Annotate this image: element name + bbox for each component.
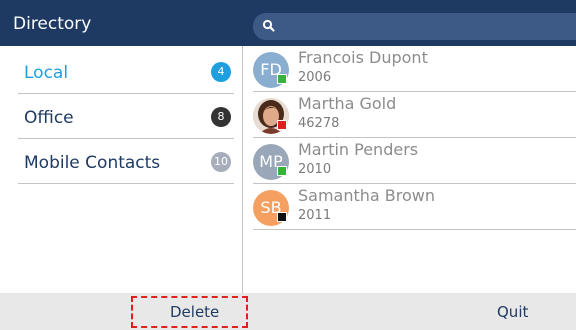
sidebar-item-label: Office xyxy=(24,108,74,128)
sidebar-item-label: Mobile Contacts xyxy=(24,153,161,173)
header-bar: Directory xyxy=(0,0,576,46)
contact-name: Martha Gold xyxy=(298,94,397,113)
presence-icon xyxy=(277,74,287,84)
contact-extension: 2010 xyxy=(298,162,332,177)
count-badge: 10 xyxy=(211,152,231,172)
avatar: SB xyxy=(253,190,289,226)
contact-row[interactable]: Martha Gold 46278 xyxy=(253,92,576,138)
presence-icon xyxy=(277,166,287,176)
contact-name: Martin Penders xyxy=(298,140,419,159)
quit-button[interactable]: Quit xyxy=(497,303,528,321)
panel-divider xyxy=(242,46,243,293)
contact-extension: 2011 xyxy=(298,208,332,223)
softkey-bar: Delete Quit xyxy=(0,293,576,330)
presence-icon xyxy=(277,212,287,222)
count-badge: 4 xyxy=(211,62,231,82)
contact-name: Samantha Brown xyxy=(298,186,436,205)
sidebar-item-office[interactable]: Office 8 xyxy=(18,93,234,139)
search-field[interactable] xyxy=(253,13,576,40)
presence-icon xyxy=(277,120,287,130)
focus-highlight xyxy=(131,296,248,328)
sidebar-item-mobile-contacts[interactable]: Mobile Contacts 10 xyxy=(18,138,234,184)
contact-row[interactable]: SB Samantha Brown 2011 xyxy=(253,184,576,230)
contact-extension: 2006 xyxy=(298,70,332,85)
search-icon xyxy=(262,19,275,32)
avatar: MP xyxy=(253,144,289,180)
contact-name: Francois Dupont xyxy=(298,48,428,67)
avatar xyxy=(253,98,289,134)
contact-list: FD Francois Dupont 2006 Martha Gold 4627… xyxy=(253,46,576,293)
sidebar-item-local[interactable]: Local 4 xyxy=(18,48,234,94)
contact-row[interactable]: FD Francois Dupont 2006 xyxy=(253,46,576,92)
avatar: FD xyxy=(253,52,289,88)
page-title: Directory xyxy=(13,14,92,34)
sidebar-item-label: Local xyxy=(24,63,69,83)
contact-extension: 46278 xyxy=(298,116,340,131)
count-badge: 8 xyxy=(211,107,231,127)
contact-row[interactable]: MP Martin Penders 2010 xyxy=(253,138,576,184)
sidebar: Local 4 Office 8 Mobile Contacts 10 xyxy=(0,46,242,293)
